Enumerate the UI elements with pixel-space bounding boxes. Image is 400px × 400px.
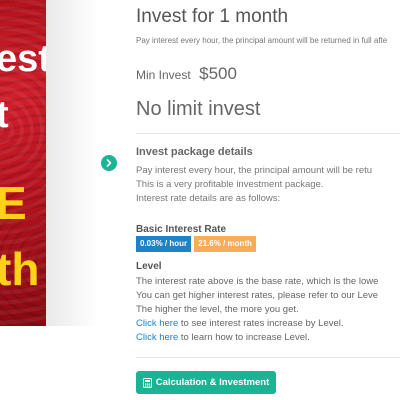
level-line: The higher the level, the more you get. <box>136 304 299 315</box>
details-line: This is a very profitable investment pac… <box>136 179 324 190</box>
divider <box>136 357 400 358</box>
increase-level-link[interactable]: Click here <box>136 332 178 343</box>
package-panel: Invest for 1 month Pay interest every ho… <box>136 0 400 400</box>
chevron-right-icon-glyph <box>106 159 112 167</box>
calculation-investment-label: Calculation & Investment <box>155 377 270 388</box>
monthly-rate-badge: 21.6% / month <box>194 236 256 252</box>
calculator-icon <box>142 377 152 388</box>
promo-banner[interactable]: est t E th <box>0 0 46 326</box>
details-heading: Invest package details <box>136 146 253 158</box>
level-link-row-1: Click here to see interest rates increas… <box>136 317 378 331</box>
level-line: You can get higher interest rates, pleas… <box>136 290 379 301</box>
invest-limit-text: No limit invest <box>136 98 261 120</box>
details-line: Pay interest every hour, the principal a… <box>136 165 373 176</box>
banner-text-2: t <box>0 94 9 136</box>
package-title: Invest for 1 month <box>136 6 289 27</box>
level-heading: Level <box>136 261 162 272</box>
hourly-rate-badge: 0.03% / hour <box>136 236 192 252</box>
package-subtitle: Pay interest every hour, the principal a… <box>136 36 388 45</box>
level-link-row-2: Click here to learn how to increase Leve… <box>136 331 378 345</box>
min-invest-label: Min Invest <box>136 68 191 82</box>
banner-text-3: E <box>0 177 27 229</box>
banner-text-1: est <box>0 38 46 80</box>
divider <box>136 133 400 134</box>
level-line: The interest rate above is the base rate… <box>136 276 379 287</box>
rate-badges: 0.03% / hour 21.6% / month <box>136 236 256 252</box>
min-invest-value: $500 <box>199 64 237 83</box>
chevron-right-icon[interactable] <box>101 155 117 171</box>
banner-edge-shadow <box>46 0 98 326</box>
interest-rate-heading: Basic Interest Rate <box>136 224 227 235</box>
calculation-investment-button[interactable]: Calculation & Investment <box>136 371 276 394</box>
page: est t E th Invest for 1 month Pay intere… <box>0 0 400 400</box>
level-link-text: to learn how to increase Level. <box>178 332 310 343</box>
details-text: Pay interest every hour, the principal a… <box>136 164 372 206</box>
level-rates-link[interactable]: Click here <box>136 318 178 329</box>
level-text: The interest rate above is the base rate… <box>136 275 378 345</box>
level-link-text: to see interest rates increase by Level. <box>178 318 344 329</box>
min-invest: Min Invest $500 <box>136 64 237 84</box>
details-line: Interest rate details are as follows: <box>136 193 281 204</box>
banner-text-4: th <box>0 243 40 295</box>
